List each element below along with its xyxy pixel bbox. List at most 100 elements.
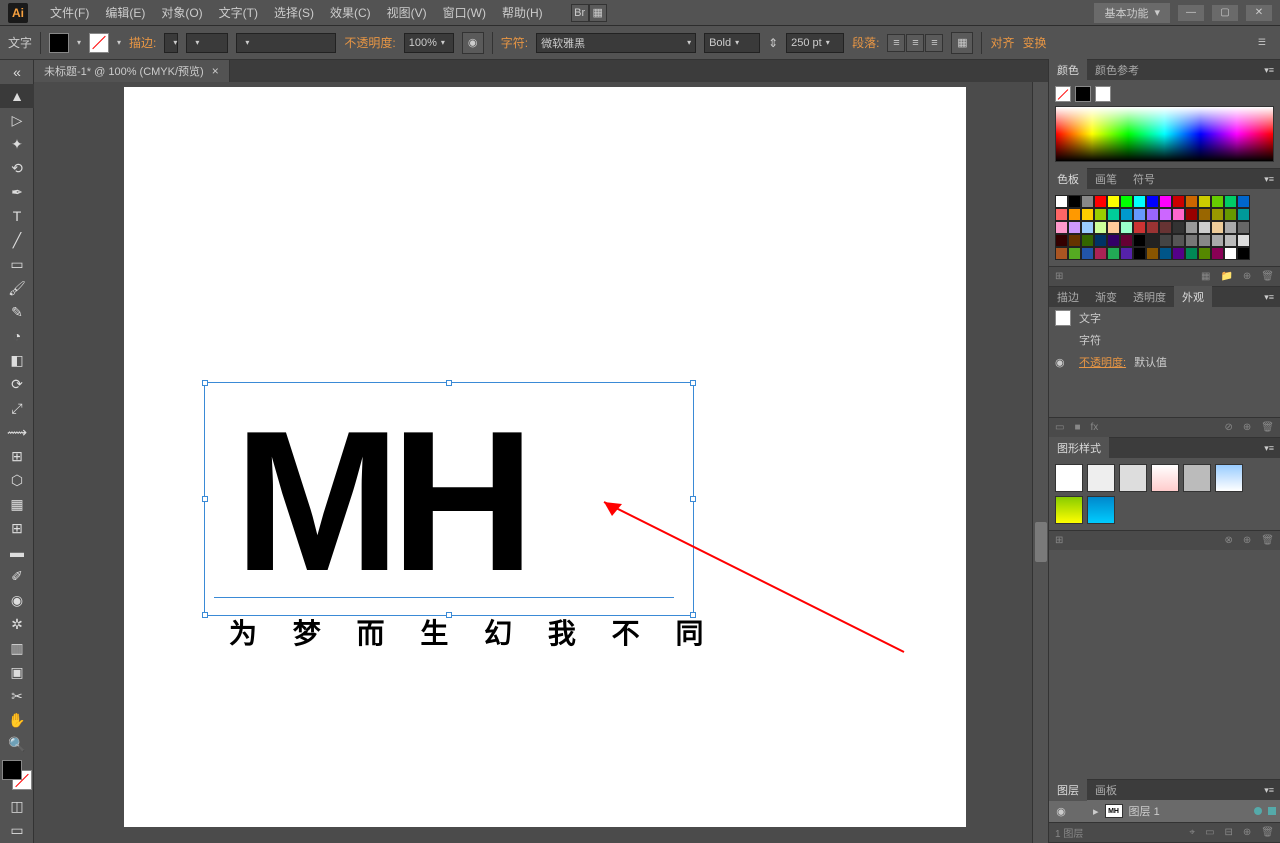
swatch-cell[interactable] xyxy=(1120,208,1133,221)
swatch-cell[interactable] xyxy=(1055,221,1068,234)
swatch-cell[interactable] xyxy=(1185,195,1198,208)
tab-color[interactable]: 颜色 xyxy=(1049,59,1087,81)
tab-artboards[interactable]: 画板 xyxy=(1087,779,1125,801)
stroke-profile-dropdown[interactable]: ▾ xyxy=(186,33,228,53)
layer-name[interactable]: 图层 1 xyxy=(1129,803,1160,819)
style-lib-icon[interactable]: ⊞ xyxy=(1055,535,1063,546)
swatch-cell[interactable] xyxy=(1133,208,1146,221)
make-clip-icon[interactable]: ▭ xyxy=(1205,827,1214,838)
layer-row[interactable]: ◉ ▸ MH 图层 1 xyxy=(1049,800,1280,822)
perspective-grid-tool[interactable]: ▦ xyxy=(0,492,34,516)
align-label[interactable]: 对齐 xyxy=(990,34,1014,51)
stroke-swatch[interactable] xyxy=(89,33,109,53)
visibility-toggle-icon[interactable]: ◉ xyxy=(1053,805,1069,818)
swatch-cell[interactable] xyxy=(1159,234,1172,247)
locate-icon[interactable]: ⌖ xyxy=(1189,827,1195,838)
font-size-dropdown[interactable]: 250 pt▾ xyxy=(786,33,844,53)
swatch-cell[interactable] xyxy=(1237,208,1250,221)
pencil-tool[interactable]: ✎ xyxy=(0,300,34,324)
new-sublayer-icon[interactable]: ⊟ xyxy=(1225,827,1233,838)
tab-color-guide[interactable]: 颜色参考 xyxy=(1087,59,1147,81)
menu-file[interactable]: 文件(F) xyxy=(42,0,97,25)
swatch-cell[interactable] xyxy=(1081,247,1094,260)
document-tab[interactable]: 未标题-1* @ 100% (CMYK/预览) × xyxy=(34,60,230,82)
swatch-cell[interactable] xyxy=(1055,247,1068,260)
scroll-thumb[interactable] xyxy=(1035,522,1047,562)
type-tool[interactable]: T xyxy=(0,204,34,228)
swatch-cell[interactable] xyxy=(1081,208,1094,221)
swatch-cell[interactable] xyxy=(1055,234,1068,247)
panel-menu-icon[interactable]: ▾≡ xyxy=(1258,292,1280,303)
menu-object[interactable]: 对象(O) xyxy=(153,0,210,25)
appearance-row-char[interactable]: 字符 xyxy=(1049,329,1280,351)
menu-select[interactable]: 选择(S) xyxy=(266,0,322,25)
delete-icon[interactable]: 🗑 xyxy=(1261,422,1274,433)
eyedropper-tool[interactable]: ✐ xyxy=(0,564,34,588)
swatch-cell[interactable] xyxy=(1211,234,1224,247)
swatch-cell[interactable] xyxy=(1081,195,1094,208)
fill-swatch[interactable] xyxy=(49,33,69,53)
swatch-cell[interactable] xyxy=(1172,247,1185,260)
workspace-dropdown[interactable]: 基本功能▾ xyxy=(1094,3,1170,23)
width-tool[interactable]: ⟿ xyxy=(0,420,34,444)
close-button[interactable]: ✕ xyxy=(1246,5,1272,21)
tab-transparency[interactable]: 透明度 xyxy=(1125,286,1174,308)
swatch-cell[interactable] xyxy=(1055,208,1068,221)
swatch-cell[interactable] xyxy=(1224,195,1237,208)
minimize-button[interactable]: — xyxy=(1178,5,1204,21)
free-transform-tool[interactable]: ⊞ xyxy=(0,444,34,468)
new-fill-icon[interactable]: ■ xyxy=(1074,422,1080,433)
gradient-tool[interactable]: ▬ xyxy=(0,540,34,564)
swatch-cell[interactable] xyxy=(1237,247,1250,260)
swatch-cell[interactable] xyxy=(1133,247,1146,260)
style-thumb[interactable] xyxy=(1119,464,1147,492)
swatch-cell[interactable] xyxy=(1172,195,1185,208)
none-swatch[interactable] xyxy=(1055,86,1071,102)
menu-edit[interactable]: 编辑(E) xyxy=(97,0,153,25)
swatch-cell[interactable] xyxy=(1185,221,1198,234)
tab-layers[interactable]: 图层 xyxy=(1049,779,1087,801)
hand-tool[interactable]: ✋ xyxy=(0,708,34,732)
swatch-cell[interactable] xyxy=(1172,208,1185,221)
swatch-cell[interactable] xyxy=(1133,221,1146,234)
menu-type[interactable]: 文字(T) xyxy=(211,0,266,25)
swatch-cell[interactable] xyxy=(1068,221,1081,234)
paragraph-label[interactable]: 段落: xyxy=(852,34,879,51)
align-center-icon[interactable]: ≡ xyxy=(906,34,924,52)
swatch-cell[interactable] xyxy=(1146,195,1159,208)
color-spectrum[interactable] xyxy=(1055,106,1274,162)
stroke-label[interactable]: 描边: xyxy=(129,34,156,51)
opacity-label[interactable]: 不透明度: xyxy=(344,34,395,51)
swatch-cell[interactable] xyxy=(1224,221,1237,234)
swatch-cell[interactable] xyxy=(1198,221,1211,234)
expand-layer-icon[interactable]: ▸ xyxy=(1093,805,1099,818)
tab-gradient[interactable]: 渐变 xyxy=(1087,286,1125,308)
delete-layer-icon[interactable]: 🗑 xyxy=(1261,827,1274,838)
scale-tool[interactable]: ⤢ xyxy=(0,396,34,420)
style-thumb[interactable] xyxy=(1215,464,1243,492)
break-link-icon[interactable]: ⊗ xyxy=(1225,535,1233,546)
swatch-cell[interactable] xyxy=(1055,195,1068,208)
swatch-cell[interactable] xyxy=(1107,208,1120,221)
style-thumb[interactable] xyxy=(1087,496,1115,524)
swatch-cell[interactable] xyxy=(1211,221,1224,234)
swatch-cell[interactable] xyxy=(1068,234,1081,247)
rectangle-tool[interactable]: ▭ xyxy=(0,252,34,276)
swatch-cell[interactable] xyxy=(1094,208,1107,221)
swatch-cell[interactable] xyxy=(1133,234,1146,247)
swatch-cell[interactable] xyxy=(1120,195,1133,208)
swatch-cell[interactable] xyxy=(1198,247,1211,260)
style-thumb[interactable] xyxy=(1151,464,1179,492)
maximize-button[interactable]: ▢ xyxy=(1212,5,1238,21)
clear-icon[interactable]: ⊘ xyxy=(1225,422,1233,433)
style-thumb[interactable] xyxy=(1055,496,1083,524)
magic-wand-tool[interactable]: ✦ xyxy=(0,132,34,156)
style-thumb[interactable] xyxy=(1087,464,1115,492)
font-weight-dropdown[interactable]: Bold▾ xyxy=(704,33,760,53)
canvas-viewport[interactable]: MH 为 梦 而 生 幻 我 不 同 xyxy=(34,82,1048,843)
swatch-cell[interactable] xyxy=(1094,221,1107,234)
swatch-cell[interactable] xyxy=(1120,247,1133,260)
lasso-tool[interactable]: ⟲ xyxy=(0,156,34,180)
appearance-row-type[interactable]: 文字 xyxy=(1049,307,1280,329)
swatch-cell[interactable] xyxy=(1159,195,1172,208)
